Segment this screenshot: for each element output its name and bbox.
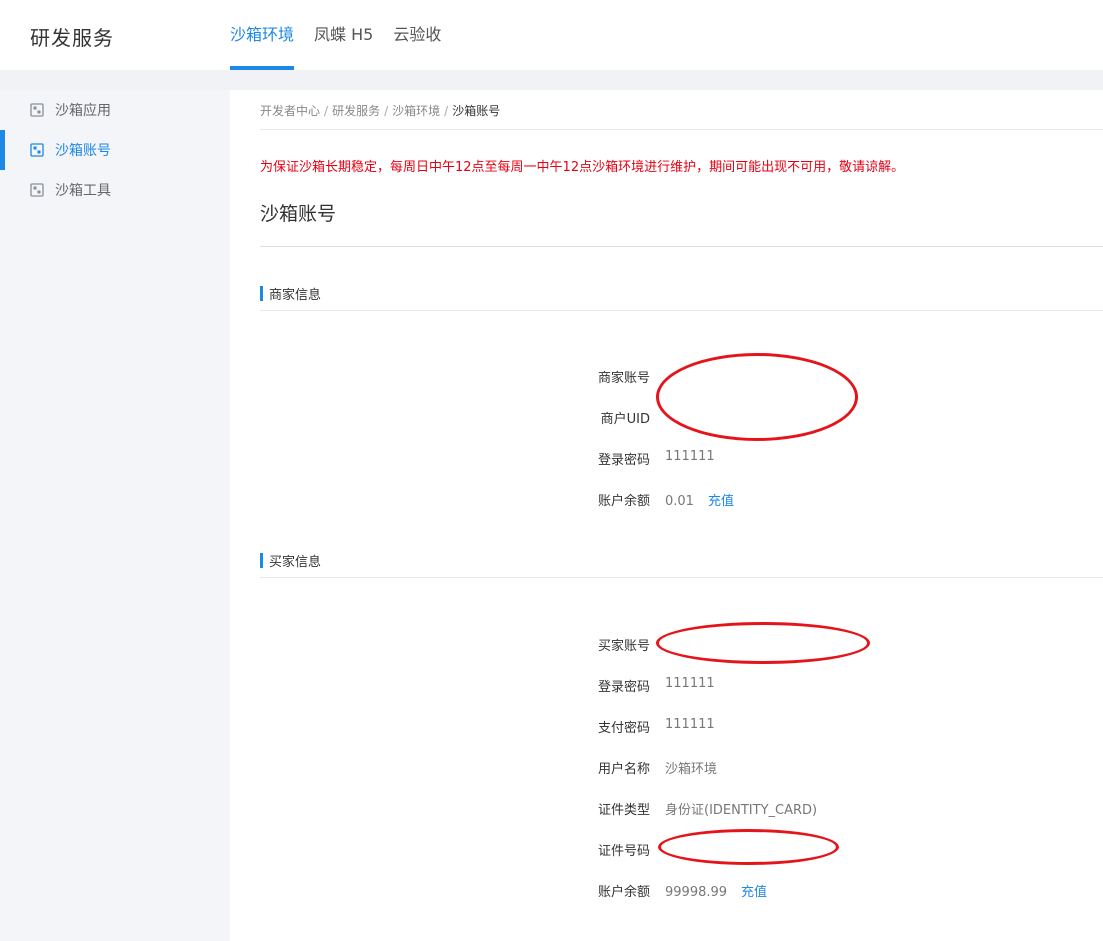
field-label: 账户余额 bbox=[597, 494, 650, 509]
top-header: 研发服务 沙箱环境 凤蝶 H5 云验收 bbox=[0, 0, 1103, 70]
field-label: 商家账号 bbox=[597, 371, 650, 386]
breadcrumb-current: 沙箱账号 bbox=[452, 104, 501, 118]
sidebar-item-sandbox-apps[interactable]: 沙箱应用 bbox=[0, 90, 230, 130]
brand-title: 研发服务 bbox=[30, 26, 114, 50]
tab-cloud-acceptance[interactable]: 云验收 bbox=[393, 0, 441, 70]
sidebar-item-label: 沙箱工具 bbox=[55, 183, 111, 199]
breadcrumb-separator: / bbox=[324, 104, 329, 118]
sidebar-item-label: 沙箱应用 bbox=[55, 103, 111, 119]
section-title: 买家信息 bbox=[269, 554, 322, 570]
divider bbox=[260, 129, 1103, 130]
sidebar: 沙箱应用 沙箱账号 沙箱工具 bbox=[0, 90, 230, 941]
divider bbox=[260, 577, 1103, 578]
sidebar-item-label: 沙箱账号 bbox=[55, 143, 111, 159]
app-grid-icon bbox=[30, 143, 44, 157]
merchant-balance-row: 账户余额 0.01 充值 bbox=[260, 490, 1103, 510]
buyer-section-header: 买家信息 bbox=[260, 551, 322, 570]
buyer-pay-password-row: 支付密码 111111 bbox=[260, 717, 1103, 737]
breadcrumb: 开发者中心 / 研发服务 / 沙箱环境 / 沙箱账号 bbox=[260, 102, 500, 119]
buyer-id-type-value: 身份证(IDENTITY_CARD) bbox=[665, 803, 818, 818]
merchant-section-header: 商家信息 bbox=[260, 284, 322, 303]
redaction-ellipse bbox=[658, 829, 839, 865]
field-label: 账户余额 bbox=[597, 885, 650, 900]
recharge-link[interactable]: 充值 bbox=[708, 494, 734, 509]
redaction-ellipse bbox=[656, 353, 858, 441]
breadcrumb-separator: / bbox=[384, 104, 389, 118]
field-label: 登录密码 bbox=[597, 453, 650, 468]
balance-amount: 0.01 bbox=[665, 494, 694, 509]
recharge-link[interactable]: 充值 bbox=[741, 885, 767, 900]
header-divider bbox=[0, 70, 1103, 90]
section-title: 商家信息 bbox=[269, 287, 322, 303]
redaction-ellipse bbox=[656, 622, 870, 664]
merchant-password-value: 111111 bbox=[665, 449, 715, 464]
buyer-login-password-value: 111111 bbox=[665, 676, 715, 691]
divider bbox=[260, 246, 1103, 247]
section-marker bbox=[260, 552, 263, 568]
breadcrumb-separator: / bbox=[444, 104, 449, 118]
buyer-balance-value: 99998.99 充值 bbox=[665, 881, 767, 900]
app-grid-icon bbox=[30, 183, 44, 197]
sidebar-item-sandbox-accounts[interactable]: 沙箱账号 bbox=[0, 130, 230, 170]
section-marker bbox=[260, 285, 263, 301]
maintenance-notice: 为保证沙箱长期稳定，每周日中午12点至每周一中午12点沙箱环境进行维护，期间可能… bbox=[260, 160, 905, 175]
field-label: 登录密码 bbox=[597, 680, 650, 695]
field-label: 买家账号 bbox=[597, 639, 650, 654]
field-label: 用户名称 bbox=[597, 762, 650, 777]
page-title: 沙箱账号 bbox=[260, 203, 337, 225]
field-label: 支付密码 bbox=[597, 721, 650, 736]
tab-sandbox-env[interactable]: 沙箱环境 bbox=[230, 0, 295, 70]
buyer-pay-password-value: 111111 bbox=[665, 717, 715, 732]
breadcrumb-rd-services[interactable]: 研发服务 bbox=[332, 104, 380, 118]
divider bbox=[260, 310, 1103, 311]
tab-fengdie-h5[interactable]: 凤蝶 H5 bbox=[314, 0, 373, 70]
balance-amount: 99998.99 bbox=[665, 885, 728, 900]
buyer-username-row: 用户名称 沙箱环境 bbox=[260, 758, 1103, 778]
main-content: 开发者中心 / 研发服务 / 沙箱环境 / 沙箱账号 为保证沙箱长期稳定，每周日中午12点至… bbox=[260, 90, 1103, 941]
top-nav-tabs: 沙箱环境 凤蝶 H5 云验收 bbox=[230, 0, 461, 70]
field-label: 证件号码 bbox=[597, 844, 650, 859]
breadcrumb-developer-center[interactable]: 开发者中心 bbox=[260, 104, 320, 118]
field-label: 商户UID bbox=[600, 412, 650, 427]
buyer-id-type-row: 证件类型 身份证(IDENTITY_CARD) bbox=[260, 799, 1103, 819]
merchant-password-row: 登录密码 111111 bbox=[260, 449, 1103, 469]
buyer-login-password-row: 登录密码 111111 bbox=[260, 676, 1103, 696]
buyer-balance-row: 账户余额 99998.99 充值 bbox=[260, 881, 1103, 901]
app-grid-icon bbox=[30, 103, 44, 117]
merchant-balance-value: 0.01 充值 bbox=[665, 490, 734, 509]
buyer-username-value: 沙箱环境 bbox=[665, 762, 718, 777]
sidebar-item-sandbox-tools[interactable]: 沙箱工具 bbox=[0, 170, 230, 210]
breadcrumb-sandbox-env[interactable]: 沙箱环境 bbox=[392, 104, 440, 118]
field-label: 证件类型 bbox=[597, 803, 650, 818]
